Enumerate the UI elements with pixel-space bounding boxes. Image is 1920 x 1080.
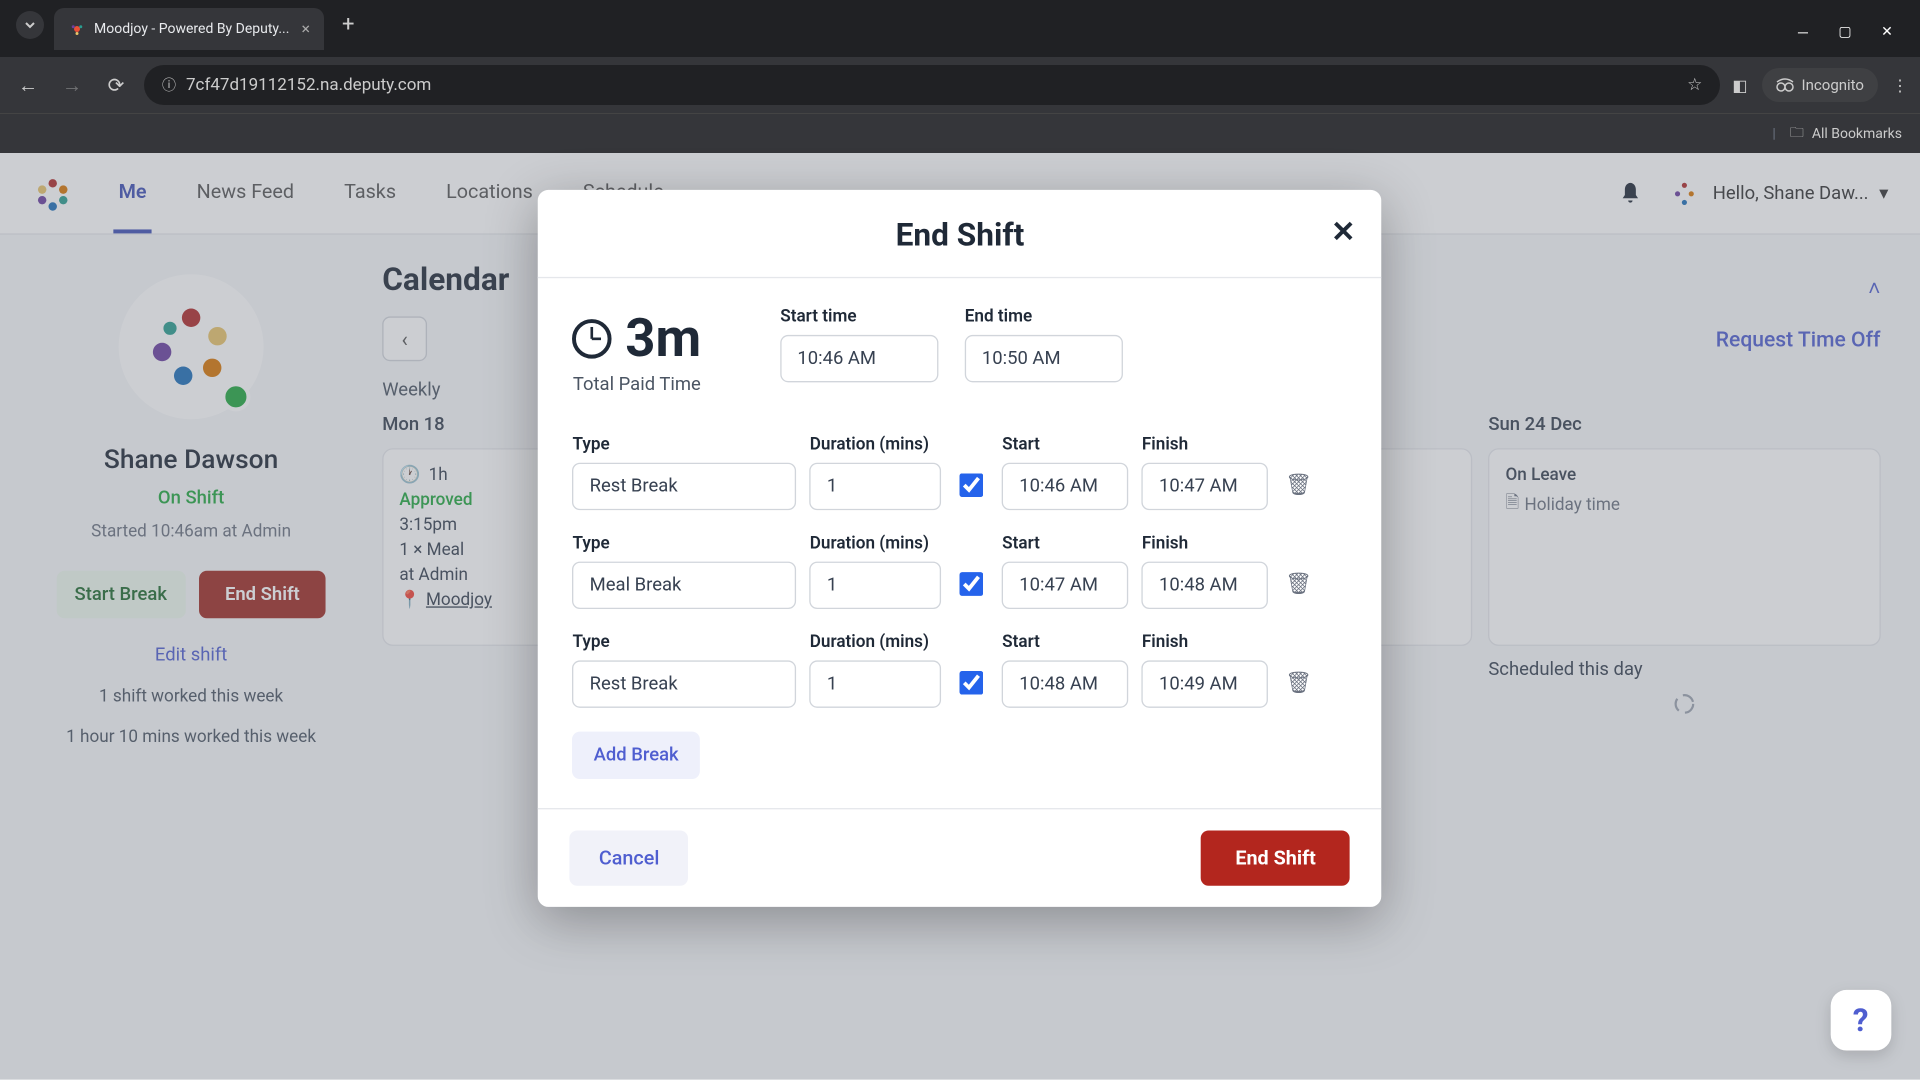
tab-title: Moodjoy - Powered By Deputy...: [94, 21, 289, 37]
close-window-icon[interactable]: ✕: [1878, 24, 1896, 41]
break-finish-label: Finish: [1142, 633, 1269, 653]
browser-tab[interactable]: Moodjoy - Powered By Deputy... ×: [54, 8, 324, 50]
forward-button[interactable]: →: [56, 69, 88, 101]
all-bookmarks-label: All Bookmarks: [1812, 126, 1902, 142]
break-start-label: Start: [1002, 435, 1129, 455]
address-bar[interactable]: ⓘ 7cf47d19112152.na.deputy.com ☆: [144, 65, 1720, 105]
add-break-button[interactable]: Add Break: [573, 732, 700, 779]
maximize-icon[interactable]: ▢: [1836, 24, 1854, 41]
modal-overlay: End Shift ✕ 3m Total Paid Time Start tim…: [0, 153, 1920, 1080]
clock-icon: [573, 318, 613, 358]
start-time-input[interactable]: [780, 335, 938, 382]
break-duration-input[interactable]: [810, 562, 942, 609]
paid-time-value: 3m: [625, 307, 701, 369]
break-type-input[interactable]: [573, 562, 797, 609]
bookmark-star-icon[interactable]: ☆: [1687, 75, 1702, 95]
menu-icon[interactable]: ⋮: [1892, 76, 1908, 95]
end-shift-submit-button[interactable]: End Shift: [1201, 830, 1350, 885]
break-finish-label: Finish: [1142, 435, 1269, 455]
site-info-icon[interactable]: ⓘ: [162, 75, 176, 95]
back-button[interactable]: ←: [12, 69, 44, 101]
new-tab-button[interactable]: +: [330, 12, 366, 45]
cancel-button[interactable]: Cancel: [570, 830, 689, 885]
break-duration-label: Duration (mins): [810, 633, 942, 653]
help-button[interactable]: ?: [1830, 990, 1891, 1051]
url-text: 7cf47d19112152.na.deputy.com: [186, 75, 1677, 95]
close-tab-icon[interactable]: ×: [301, 19, 310, 38]
break-duration-input[interactable]: [810, 463, 942, 510]
break-row: Type Duration (mins) Start Finish 🗑: [573, 633, 1348, 708]
break-finish-input[interactable]: [1142, 660, 1269, 707]
minimize-icon[interactable]: ─: [1794, 24, 1812, 41]
end-time-input[interactable]: [965, 335, 1123, 382]
tab-list-button[interactable]: [16, 11, 44, 39]
tab-favicon-icon: [68, 20, 86, 38]
break-start-label: Start: [1002, 534, 1129, 554]
break-type-input[interactable]: [573, 660, 797, 707]
break-finish-input[interactable]: [1142, 562, 1269, 609]
break-start-input[interactable]: [1002, 463, 1129, 510]
break-finish-label: Finish: [1142, 534, 1269, 554]
break-checkbox[interactable]: [960, 671, 984, 695]
break-type-label: Type: [573, 534, 797, 554]
break-type-label: Type: [573, 633, 797, 653]
incognito-icon: [1776, 78, 1794, 92]
trash-icon[interactable]: 🗑: [1285, 472, 1312, 497]
folder-icon: 🗀: [1790, 122, 1804, 146]
break-type-input[interactable]: [573, 463, 797, 510]
break-finish-input[interactable]: [1142, 463, 1269, 510]
paid-time-label: Total Paid Time: [573, 374, 701, 395]
modal-title: End Shift: [896, 216, 1025, 253]
end-shift-modal: End Shift ✕ 3m Total Paid Time Start tim…: [538, 190, 1382, 907]
break-start-input[interactable]: [1002, 562, 1129, 609]
end-time-label: End time: [965, 307, 1123, 327]
trash-icon[interactable]: 🗑: [1285, 670, 1312, 695]
start-time-label: Start time: [780, 307, 938, 327]
break-duration-label: Duration (mins): [810, 435, 942, 455]
close-icon[interactable]: ✕: [1331, 216, 1355, 249]
break-duration-input[interactable]: [810, 660, 942, 707]
break-type-label: Type: [573, 435, 797, 455]
incognito-label: Incognito: [1802, 76, 1864, 94]
break-row: Type Duration (mins) Start Finish 🗑: [573, 534, 1348, 609]
break-checkbox[interactable]: [960, 572, 984, 596]
divider: |: [1772, 126, 1775, 142]
break-row: Type Duration (mins) Start Finish 🗑: [573, 435, 1348, 510]
extensions-icon[interactable]: ◧: [1732, 76, 1747, 95]
break-duration-label: Duration (mins): [810, 534, 942, 554]
reload-button[interactable]: ⟳: [100, 69, 132, 101]
break-checkbox[interactable]: [960, 473, 984, 497]
trash-icon[interactable]: 🗑: [1285, 571, 1312, 596]
incognito-chip[interactable]: Incognito: [1762, 68, 1878, 102]
break-start-input[interactable]: [1002, 660, 1129, 707]
all-bookmarks-button[interactable]: 🗀 All Bookmarks: [1790, 122, 1902, 146]
break-start-label: Start: [1002, 633, 1129, 653]
